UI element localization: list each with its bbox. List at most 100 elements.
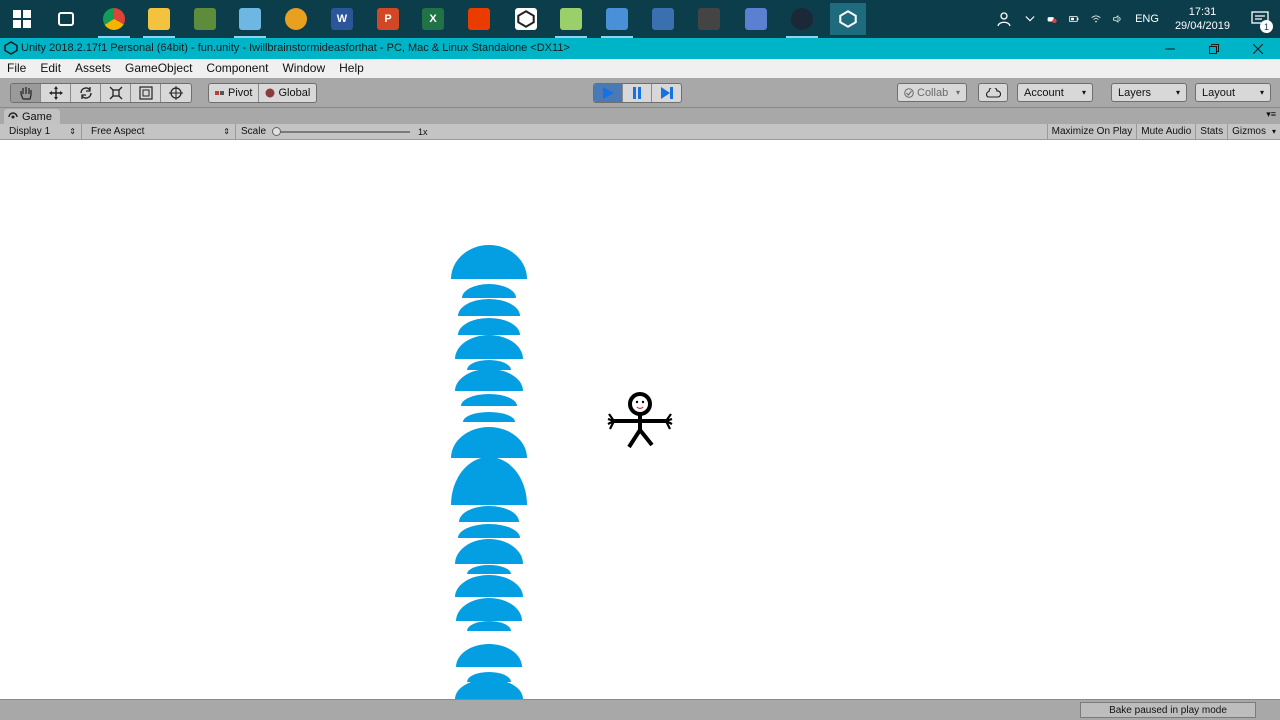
battery-icon[interactable]	[1063, 0, 1085, 38]
pivot-icon	[215, 91, 224, 95]
dome-shape	[451, 457, 527, 505]
taskbar-app-unity[interactable]	[830, 3, 866, 35]
unity-logo-icon	[4, 41, 18, 55]
close-button[interactable]	[1236, 38, 1280, 59]
hand-tool-button[interactable]	[11, 84, 41, 102]
network-warning-icon[interactable]	[1041, 0, 1063, 38]
taskbar-app-word[interactable]: W	[324, 3, 360, 35]
app-chart-icon	[560, 8, 582, 30]
taskbar-app-powerpoint[interactable]: P	[370, 3, 406, 35]
updown-icon: ⇕	[223, 127, 230, 136]
browser-icon	[285, 8, 307, 30]
taskbar-app-app-desktop[interactable]	[599, 3, 635, 38]
system-tray: ENG 17:31 29/04/2019 1	[991, 0, 1280, 38]
move-tool-button[interactable]	[41, 84, 71, 102]
menu-window[interactable]: Window	[275, 59, 332, 78]
cloud-button[interactable]	[978, 83, 1008, 102]
minimize-button[interactable]	[1148, 38, 1192, 59]
rotate-icon	[79, 87, 92, 99]
taskbar-app-steam[interactable]	[784, 3, 820, 38]
scale-label: Scale	[241, 126, 267, 137]
scale-slider[interactable]	[272, 127, 411, 136]
scale-slider-thumb[interactable]	[272, 127, 282, 136]
dome-shape	[458, 524, 520, 538]
volume-icon[interactable]	[1107, 0, 1129, 38]
taskbar-app-app-game[interactable]	[691, 3, 727, 35]
collab-dropdown[interactable]: Collab ▾	[897, 83, 967, 102]
taskbar-app-office[interactable]	[461, 3, 497, 35]
notifications-icon[interactable]: 1	[1240, 0, 1280, 38]
minecraft-icon	[194, 8, 216, 30]
gizmos-dropdown[interactable]: Gizmos ▾	[1227, 124, 1280, 139]
chrome-icon	[103, 8, 125, 30]
menu-file[interactable]: File	[0, 59, 33, 78]
restore-button[interactable]	[1192, 38, 1236, 59]
collab-label: Collab	[917, 86, 949, 99]
transform-tools	[10, 83, 192, 103]
dome-shape	[455, 575, 523, 597]
layers-dropdown[interactable]: Layers ▾	[1111, 83, 1187, 102]
rect-tool-button[interactable]	[131, 84, 161, 102]
taskbar-app-file-explorer[interactable]	[141, 3, 177, 38]
aspect-dropdown[interactable]: Free Aspect ⇕	[86, 124, 236, 139]
display-dropdown[interactable]: Display 1 ⇕	[4, 124, 82, 139]
window-titlebar: Unity 2018.2.17f1 Personal (64bit) - fun…	[0, 38, 1280, 59]
windows-start-button[interactable]	[6, 4, 38, 34]
menu-assets[interactable]: Assets	[68, 59, 118, 78]
play-button[interactable]	[594, 84, 623, 102]
wifi-icon[interactable]	[1085, 0, 1107, 38]
menu-help[interactable]: Help	[332, 59, 371, 78]
aspect-label: Free Aspect	[91, 126, 145, 137]
people-icon[interactable]	[991, 0, 1019, 38]
account-label: Account	[1024, 86, 1064, 99]
taskbar-app-excel[interactable]: X	[415, 3, 451, 35]
dome-shape	[455, 335, 523, 359]
dome-shape	[463, 412, 515, 422]
mute-audio-toggle[interactable]: Mute Audio	[1136, 124, 1195, 139]
scale-control: Scale 1x	[236, 124, 436, 139]
layout-dropdown[interactable]: Layout ▾	[1195, 83, 1271, 102]
dome-shape	[455, 369, 523, 391]
restore-icon	[1209, 43, 1219, 54]
taskbar-app-app-grid[interactable]	[645, 3, 681, 35]
account-dropdown[interactable]: Account ▾	[1017, 83, 1093, 102]
app-desktop-icon	[606, 8, 628, 30]
menu-component[interactable]: Component	[199, 59, 275, 78]
transform-icon	[169, 86, 183, 100]
tab-menu-icon[interactable]: ▾≡	[1266, 109, 1276, 120]
taskbar-app-unity-hub[interactable]	[508, 3, 544, 35]
global-label: Global	[278, 87, 311, 99]
chevron-up-icon[interactable]	[1019, 0, 1041, 38]
unity-icon	[837, 8, 859, 30]
taskbar-app-app-chart[interactable]	[553, 3, 589, 38]
app-record-icon	[745, 8, 767, 30]
dome-shape	[467, 565, 511, 574]
scale-tool-button[interactable]	[101, 84, 131, 102]
clock[interactable]: 17:31 29/04/2019	[1165, 5, 1240, 33]
step-button[interactable]	[652, 84, 681, 102]
taskbar-app-browser[interactable]	[278, 3, 314, 35]
taskbar-app-chrome[interactable]	[96, 3, 132, 38]
dome-shape	[459, 506, 519, 522]
game-view[interactable]	[0, 140, 1280, 699]
global-button[interactable]: Global	[259, 84, 316, 102]
taskbar-app-task-view[interactable]	[48, 3, 84, 35]
tab-game[interactable]: Game	[4, 109, 60, 124]
chevron-down-icon: ▾	[1175, 88, 1180, 97]
stickman-head	[628, 392, 652, 416]
menu-edit[interactable]: Edit	[33, 59, 68, 78]
rotate-tool-button[interactable]	[71, 84, 101, 102]
excel-icon: X	[422, 8, 444, 30]
stats-toggle[interactable]: Stats	[1195, 124, 1227, 139]
pivot-button[interactable]: Pivot	[209, 84, 260, 102]
pause-button[interactable]	[623, 84, 652, 102]
taskbar-app-notepad[interactable]	[232, 3, 268, 38]
language-indicator[interactable]: ENG	[1129, 0, 1165, 38]
maximize-on-play-toggle[interactable]: Maximize On Play	[1046, 124, 1137, 139]
taskbar-app-app-record[interactable]	[738, 3, 774, 35]
transform-tool-button[interactable]	[161, 84, 191, 102]
taskbar-app-minecraft[interactable]	[187, 3, 223, 35]
menu-gameobject[interactable]: GameObject	[118, 59, 199, 78]
pause-icon	[633, 87, 641, 99]
app-grid-icon	[652, 8, 674, 30]
